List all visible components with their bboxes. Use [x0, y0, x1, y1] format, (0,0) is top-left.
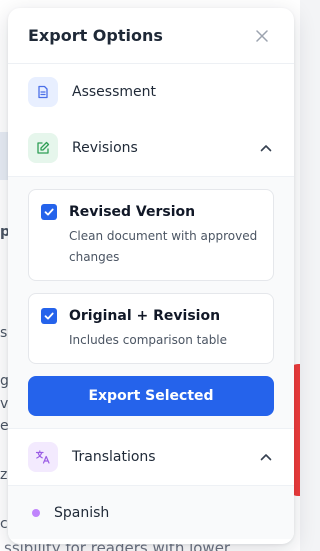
section-label-revisions: Revisions	[72, 140, 138, 156]
chevron-up-icon[interactable]	[258, 449, 274, 465]
document-icon	[28, 77, 58, 107]
option-title: Original + Revision	[69, 308, 221, 324]
export-options-panel: Export Options Assessment Revisions Revi…	[8, 8, 294, 544]
close-icon	[256, 29, 268, 42]
panel-header: Export Options	[8, 8, 294, 64]
section-translations[interactable]: Translations	[8, 429, 294, 485]
revisions-options: Revised Version Clean document with appr…	[8, 176, 294, 429]
language-item-spanish[interactable]: Spanish	[8, 485, 294, 539]
checkmark-icon	[44, 208, 54, 216]
edit-icon	[28, 133, 58, 163]
option-description: Clean document with approved changes	[69, 229, 258, 264]
checkmark-icon	[44, 312, 54, 320]
chevron-up-icon[interactable]	[258, 140, 274, 156]
checkbox-revised-version[interactable]	[41, 204, 57, 220]
section-revisions[interactable]: Revisions	[8, 120, 294, 176]
background-fragment: s	[0, 325, 8, 341]
section-label-assessment: Assessment	[72, 84, 156, 100]
background-fragment: z	[0, 467, 8, 483]
language-dot-icon	[32, 508, 40, 517]
section-assessment[interactable]: Assessment	[8, 64, 294, 120]
option-description: Includes comparison table	[69, 333, 228, 347]
section-label-translations: Translations	[72, 449, 156, 465]
option-revised-version[interactable]: Revised Version Clean document with appr…	[28, 189, 274, 281]
language-label: Spanish	[54, 504, 110, 521]
close-button[interactable]	[250, 24, 274, 48]
option-title: Revised Version	[69, 204, 196, 220]
translate-icon	[28, 442, 58, 472]
export-selected-button[interactable]: Export Selected	[28, 376, 274, 416]
checkbox-original-plus-revision[interactable]	[41, 308, 57, 324]
option-original-plus-revision[interactable]: Original + Revision Includes comparison …	[28, 293, 274, 364]
panel-title: Export Options	[28, 26, 163, 45]
